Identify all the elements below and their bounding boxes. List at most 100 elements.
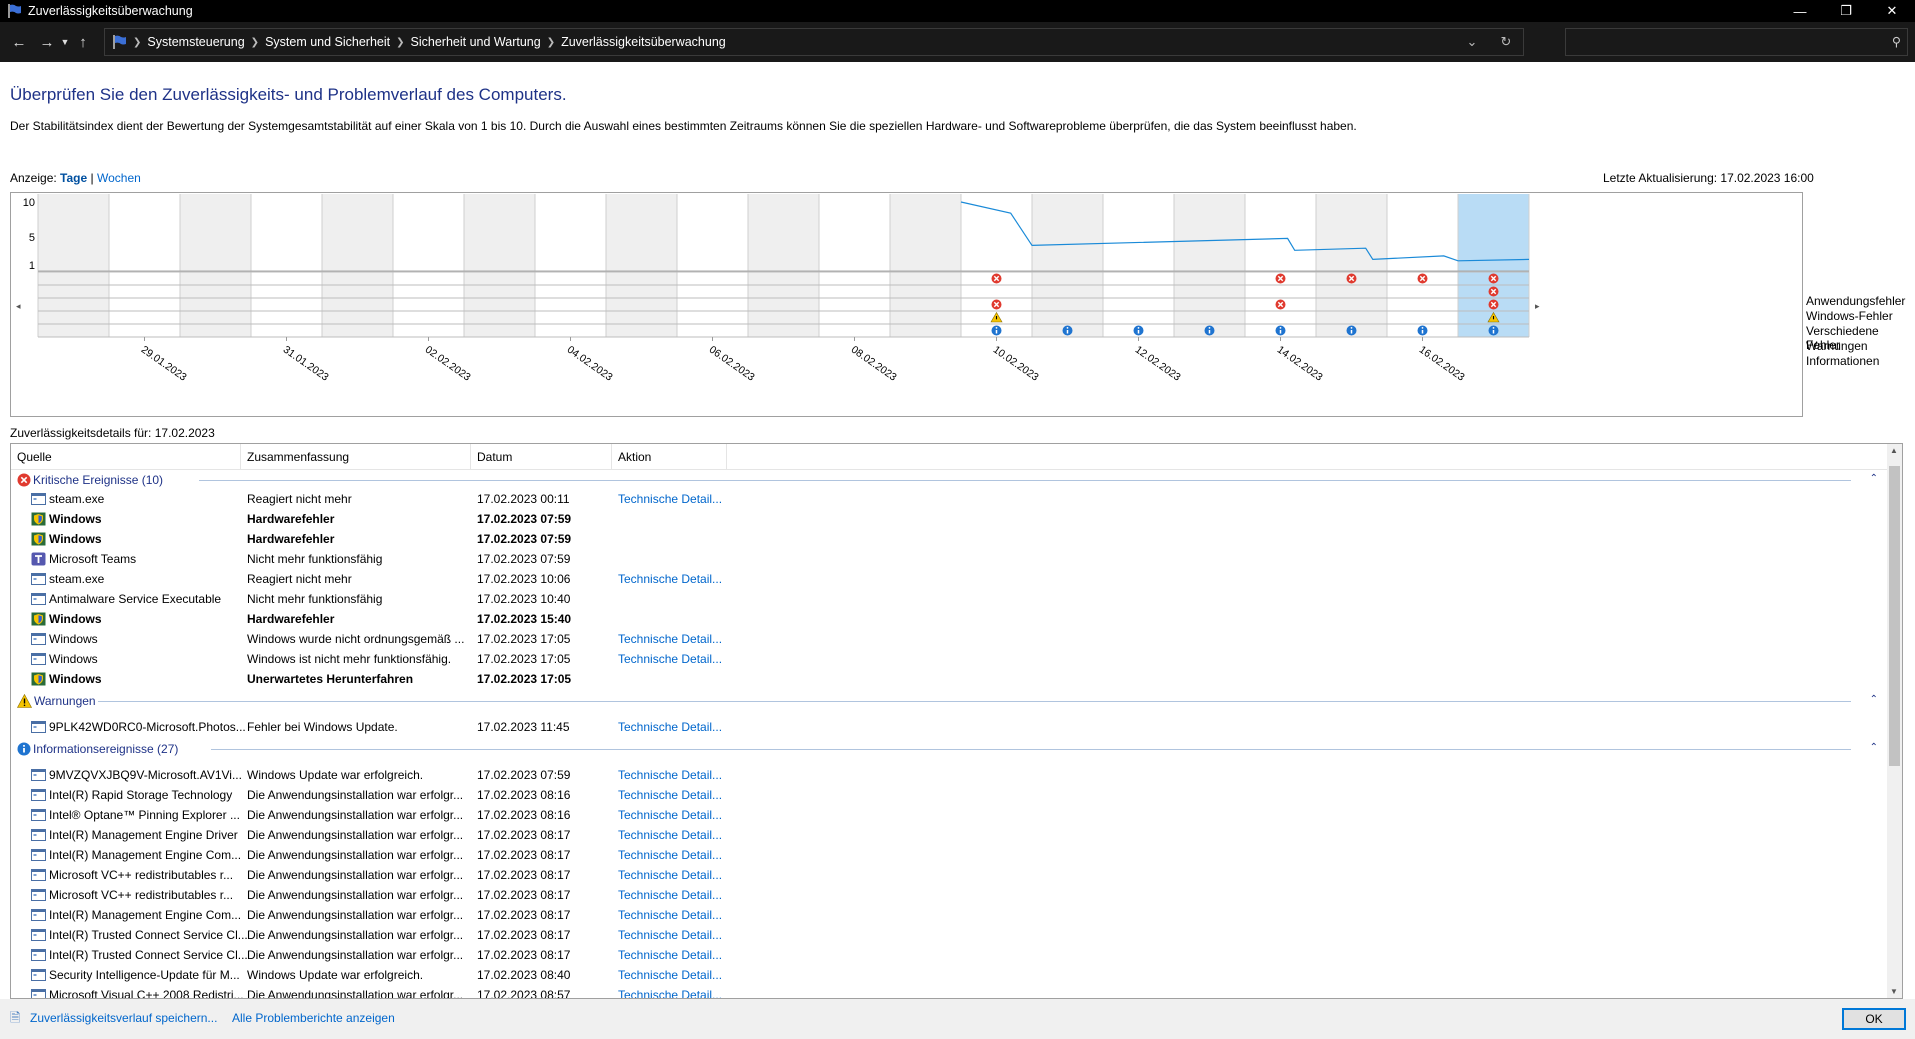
breadcrumb-item[interactable]: Systemsteuerung bbox=[147, 35, 244, 49]
table-row[interactable]: Windows Hardwarefehler 17.02.2023 07:59 bbox=[11, 529, 1889, 549]
chart-scroll-right-icon[interactable]: ▸ bbox=[1535, 302, 1540, 312]
day-column[interactable] bbox=[109, 194, 180, 337]
table-row[interactable]: Intel® Optane™ Pinning Explorer ... Die A… bbox=[11, 805, 1889, 825]
technical-details-link[interactable]: Technische Detail... bbox=[618, 868, 722, 882]
day-column[interactable] bbox=[393, 194, 464, 337]
day-column[interactable] bbox=[464, 194, 535, 337]
table-row[interactable]: Antimalware Service Executable Nicht mehr… bbox=[11, 589, 1889, 609]
search-icon[interactable]: ⚲ bbox=[1892, 34, 1901, 49]
day-column[interactable] bbox=[1174, 194, 1245, 337]
table-row[interactable]: Microsoft Visual C++ 2008 Redistri... Die… bbox=[11, 985, 1889, 998]
table-row[interactable]: Windows Unerwartetes Herunterfahren 17.02.… bbox=[11, 669, 1889, 689]
technical-details-link[interactable]: Technische Detail... bbox=[618, 828, 722, 842]
breadcrumb-item[interactable]: Sicherheit und Wartung bbox=[411, 35, 541, 49]
technical-details-link[interactable]: Technische Detail... bbox=[618, 908, 722, 922]
col-header-action[interactable]: Aktion bbox=[612, 444, 727, 470]
chevron-right-icon[interactable]: ❯ bbox=[251, 37, 259, 48]
stability-chart-svg[interactable]: 10 5 1 29.01.2023 31.01.2023 02.02.2023 04.02.… bbox=[11, 193, 1804, 418]
recent-locations-button[interactable]: ▼ bbox=[58, 28, 72, 56]
chart-scroll-left-icon[interactable]: ◂ bbox=[16, 302, 21, 312]
close-button[interactable]: ✕ bbox=[1869, 0, 1915, 22]
day-column[interactable] bbox=[1316, 194, 1387, 337]
scroll-down-icon[interactable]: ▼ bbox=[1890, 987, 1898, 996]
technical-details-link[interactable]: Technische Detail... bbox=[618, 928, 722, 942]
technical-details-link[interactable]: Technische Detail... bbox=[618, 788, 722, 802]
table-row[interactable]: Windows Hardwarefehler 17.02.2023 15:40 bbox=[11, 609, 1889, 629]
table-row[interactable]: Intel(R) Management Engine Driver Die Anw… bbox=[11, 825, 1889, 845]
breadcrumb-item[interactable]: Zuverlässigkeitsüberwachung bbox=[561, 35, 726, 49]
view-days-link[interactable]: Tage bbox=[60, 171, 87, 185]
address-dropdown-icon[interactable]: ⌄ bbox=[1455, 34, 1489, 50]
table-row[interactable]: Windows Hardwarefehler 17.02.2023 07:59 bbox=[11, 509, 1889, 529]
group-header-warnings[interactable]: Warnungen bbox=[17, 691, 96, 711]
day-column[interactable] bbox=[677, 194, 748, 337]
view-weeks-link[interactable]: Wochen bbox=[97, 171, 141, 185]
table-row[interactable]: steam.exe Reagiert nicht mehr 17.02.2023 1… bbox=[11, 569, 1889, 589]
technical-details-link[interactable]: Technische Detail... bbox=[618, 652, 722, 666]
up-button[interactable]: ↑ bbox=[72, 28, 94, 56]
day-column[interactable] bbox=[38, 194, 109, 337]
day-column[interactable] bbox=[819, 194, 890, 337]
scroll-up-icon[interactable]: ▲ bbox=[1890, 446, 1898, 455]
day-column[interactable] bbox=[1103, 194, 1174, 337]
technical-details-link[interactable]: Technische Detail... bbox=[618, 572, 722, 586]
chevron-right-icon[interactable]: ❯ bbox=[396, 37, 404, 48]
technical-details-link[interactable]: Technische Detail... bbox=[618, 492, 722, 506]
search-input[interactable]: ⚲ bbox=[1565, 28, 1908, 56]
breadcrumb-item[interactable]: System und Sicherheit bbox=[265, 35, 390, 49]
day-column[interactable] bbox=[535, 194, 606, 337]
technical-details-link[interactable]: Technische Detail... bbox=[618, 720, 722, 734]
refresh-icon[interactable]: ↻ bbox=[1489, 34, 1523, 50]
table-row[interactable]: Intel(R) Management Engine Com... Die Anw… bbox=[11, 845, 1889, 865]
day-column[interactable] bbox=[1387, 194, 1458, 337]
ok-button[interactable]: OK bbox=[1842, 1008, 1906, 1030]
day-column[interactable] bbox=[1245, 194, 1316, 337]
table-row[interactable]: 9PLK42WD0RC0-Microsoft.Photos... Fehler b… bbox=[11, 717, 1889, 737]
technical-details-link[interactable]: Technische Detail... bbox=[618, 848, 722, 862]
address-field[interactable]: ❯ Systemsteuerung ❯ System und Sicherhei… bbox=[104, 28, 1524, 56]
collapse-chevron-icon[interactable]: ⌃ bbox=[1870, 742, 1878, 753]
group-header-critical-events[interactable]: Kritische Ereignisse (10) bbox=[17, 470, 163, 490]
technical-details-link[interactable]: Technische Detail... bbox=[618, 768, 722, 782]
stability-chart[interactable]: 10 5 1 29.01.2023 31.01.2023 02.02.2023 04.02.… bbox=[10, 192, 1803, 417]
table-row[interactable]: Windows Windows ist nicht mehr funktionsf… bbox=[11, 649, 1889, 669]
scroll-thumb[interactable] bbox=[1889, 466, 1900, 766]
table-row[interactable]: Microsoft VC++ redistributables r... Die … bbox=[11, 885, 1889, 905]
col-header-summary[interactable]: Zusammenfassung bbox=[241, 444, 471, 470]
technical-details-link[interactable]: Technische Detail... bbox=[618, 632, 722, 646]
table-row[interactable]: Security Intelligence-Update für M... Win… bbox=[11, 965, 1889, 985]
technical-details-link[interactable]: Technische Detail... bbox=[618, 808, 722, 822]
technical-details-link[interactable]: Technische Detail... bbox=[618, 888, 722, 902]
day-column[interactable] bbox=[890, 194, 961, 337]
minimize-button[interactable]: — bbox=[1777, 0, 1823, 22]
table-row[interactable]: Microsoft Teams Nicht mehr funktionsfähig… bbox=[11, 549, 1889, 569]
forward-button[interactable]: → bbox=[36, 28, 58, 56]
save-history-link[interactable]: Zuverlässigkeitsverlauf speichern... bbox=[30, 1011, 217, 1025]
table-row[interactable]: Windows Windows wurde nicht ordnungsgemäß… bbox=[11, 629, 1889, 649]
day-column[interactable] bbox=[322, 194, 393, 337]
back-button[interactable]: ← bbox=[8, 28, 30, 56]
day-column[interactable] bbox=[1032, 194, 1103, 337]
table-row[interactable]: Intel(R) Trusted Connect Service Cl... Di… bbox=[11, 925, 1889, 945]
technical-details-link[interactable]: Technische Detail... bbox=[618, 988, 722, 998]
table-row[interactable]: steam.exe Reagiert nicht mehr 17.02.2023 0… bbox=[11, 489, 1889, 509]
table-row[interactable]: Microsoft VC++ redistributables r... Die … bbox=[11, 865, 1889, 885]
collapse-chevron-icon[interactable]: ⌃ bbox=[1870, 473, 1878, 484]
day-column[interactable] bbox=[251, 194, 322, 337]
group-header-information-events[interactable]: Informationsereignisse (27) bbox=[17, 739, 178, 759]
day-column[interactable] bbox=[180, 194, 251, 337]
collapse-chevron-icon[interactable]: ⌃ bbox=[1870, 694, 1878, 705]
day-column[interactable] bbox=[748, 194, 819, 337]
technical-details-link[interactable]: Technische Detail... bbox=[618, 948, 722, 962]
table-row[interactable]: 9MVZQVXJBQ9V-Microsoft.AV1Vi... Windows U… bbox=[11, 765, 1889, 785]
day-column[interactable] bbox=[606, 194, 677, 337]
chevron-right-icon[interactable]: ❯ bbox=[547, 37, 555, 48]
technical-details-link[interactable]: Technische Detail... bbox=[618, 968, 722, 982]
col-header-source[interactable]: Quelle bbox=[11, 444, 241, 470]
restore-button[interactable]: ❐ bbox=[1823, 0, 1869, 22]
vertical-scrollbar[interactable]: ▲ ▼ bbox=[1887, 444, 1902, 998]
table-row[interactable]: Intel(R) Rapid Storage Technology Die Anw… bbox=[11, 785, 1889, 805]
table-row[interactable]: Intel(R) Management Engine Com... Die Anw… bbox=[11, 905, 1889, 925]
all-reports-link[interactable]: Alle Problemberichte anzeigen bbox=[232, 1011, 395, 1025]
table-row[interactable]: Intel(R) Trusted Connect Service Cl... Di… bbox=[11, 945, 1889, 965]
